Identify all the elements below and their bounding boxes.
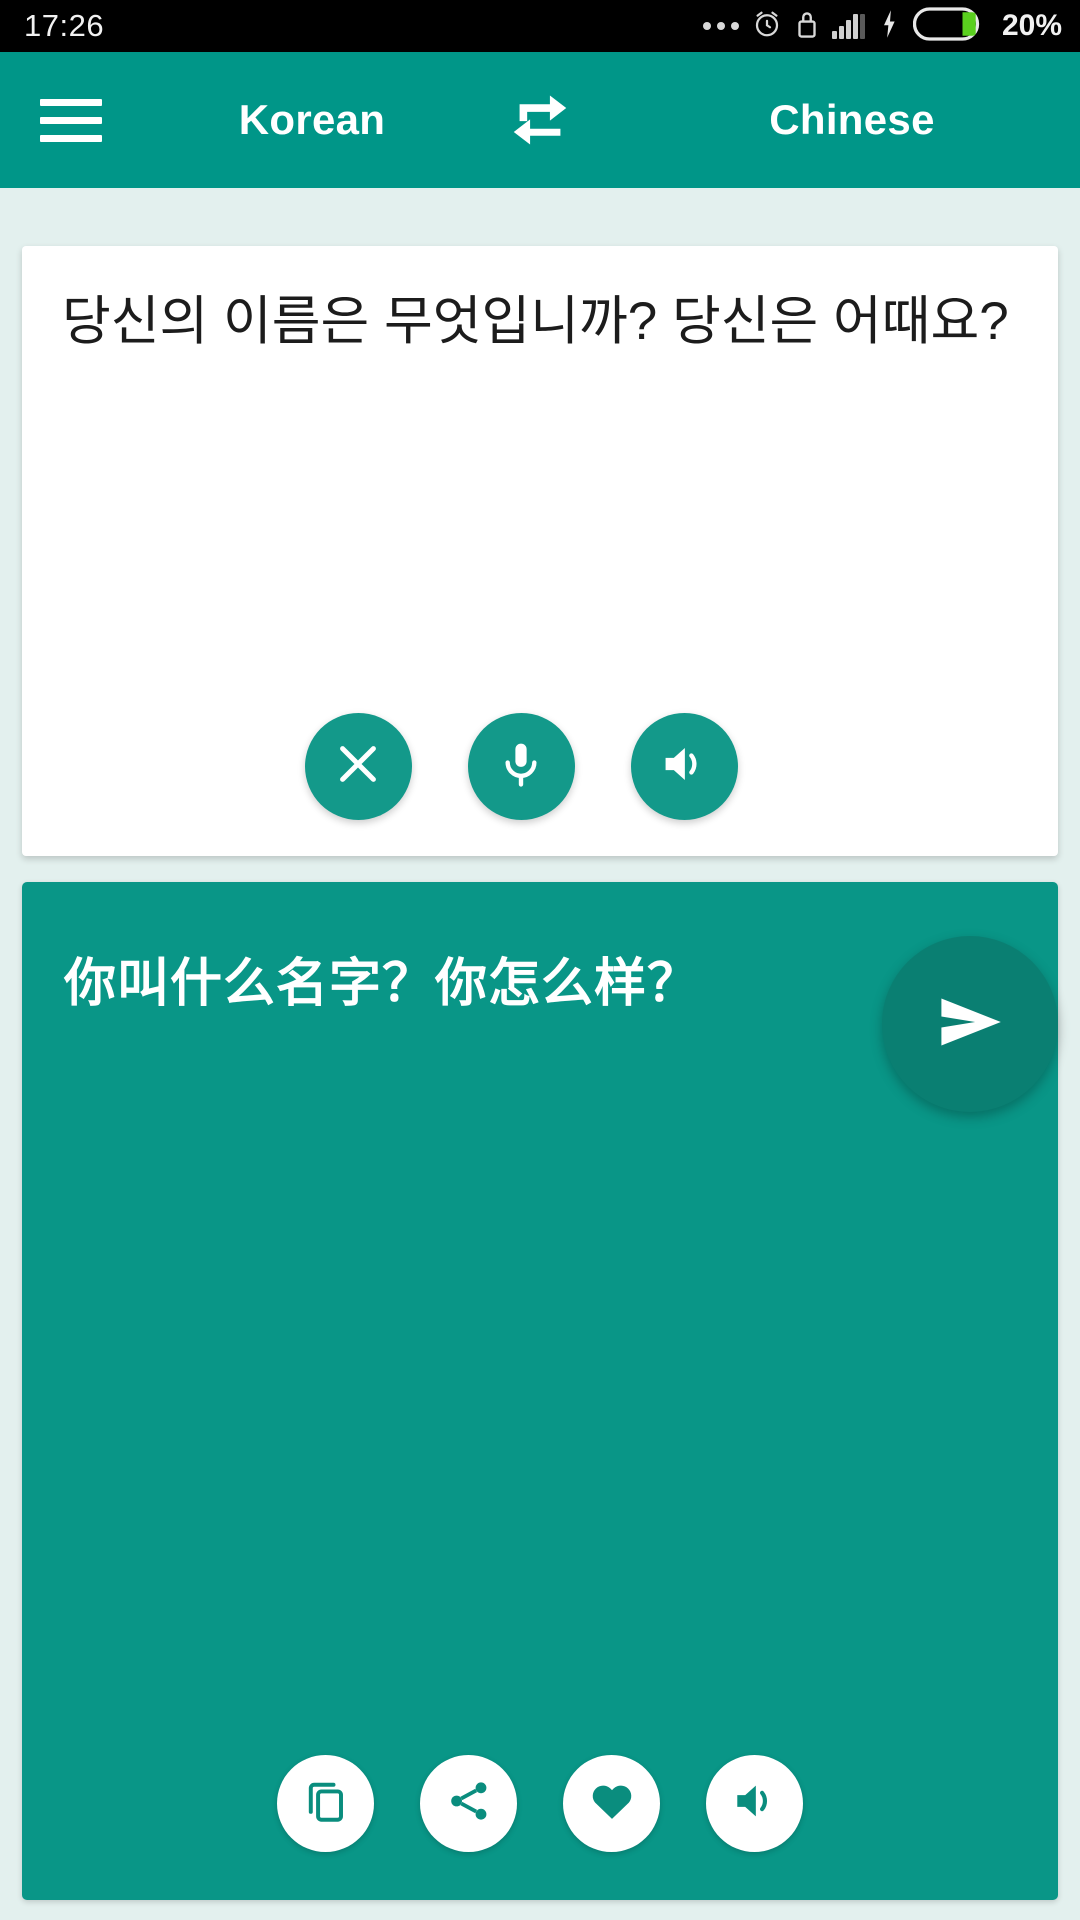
send-translate-button[interactable] — [882, 936, 1058, 1112]
copy-icon — [301, 1776, 351, 1831]
speaker-icon — [658, 738, 710, 795]
send-icon — [926, 978, 1014, 1071]
source-text-card: 당신의 이름은 무엇입니까? 당신은 어때요? — [22, 246, 1058, 856]
speaker-icon — [730, 1776, 780, 1831]
heart-icon — [587, 1776, 637, 1831]
app-bar: Korean Chinese — [0, 52, 1080, 188]
status-time: 17:26 — [24, 8, 105, 43]
clear-button[interactable] — [304, 713, 412, 820]
battery-percent: 20% — [1001, 9, 1062, 42]
share-button[interactable] — [420, 1755, 517, 1852]
favorite-button[interactable] — [563, 1755, 660, 1852]
battery-icon — [912, 6, 985, 46]
target-language-selector[interactable]: Chinese — [712, 96, 992, 144]
swap-languages-icon[interactable] — [504, 84, 576, 156]
speak-result-button[interactable] — [706, 1755, 803, 1852]
speak-source-button[interactable] — [630, 713, 738, 820]
status-icons: 20% — [702, 6, 1062, 46]
alarm-clock-icon — [752, 9, 782, 44]
source-action-bar — [22, 713, 1058, 820]
result-action-bar — [22, 1755, 1058, 1852]
microphone-icon — [496, 739, 546, 794]
more-dots-icon — [702, 22, 739, 30]
hamburger-menu-icon[interactable] — [40, 98, 102, 142]
source-text-input[interactable]: 당신의 이름은 무엇입니까? 당신은 어때요? — [22, 246, 1058, 355]
copy-button[interactable] — [277, 1755, 374, 1852]
close-icon — [333, 739, 383, 794]
status-bar: 17:26 20% — [0, 0, 1080, 52]
signal-bars-icon — [831, 13, 865, 39]
source-language-selector[interactable]: Korean — [212, 96, 412, 144]
microphone-button[interactable] — [467, 713, 575, 820]
lock-icon — [795, 9, 819, 44]
share-icon — [445, 1777, 493, 1830]
charging-bolt-icon — [878, 9, 900, 44]
